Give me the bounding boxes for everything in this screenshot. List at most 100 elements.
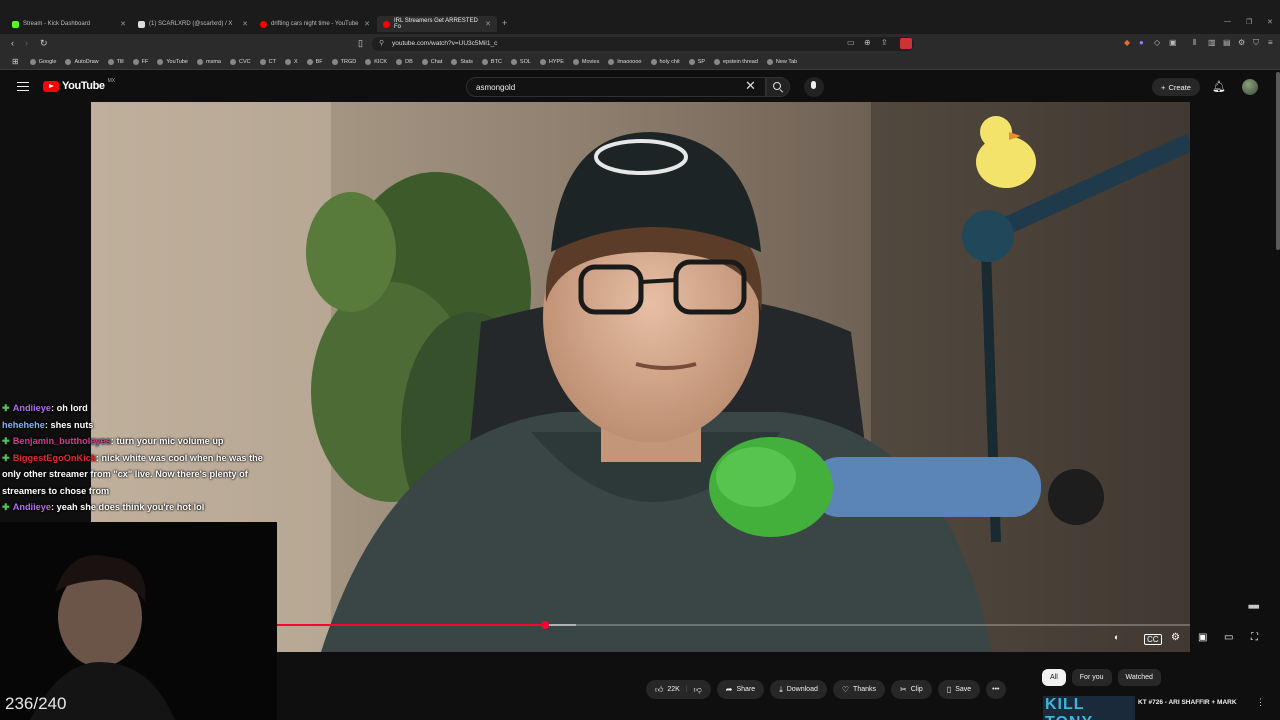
search-button[interactable]	[766, 77, 790, 97]
save-button[interactable]: ▯ Save	[937, 680, 981, 699]
notifications-icon[interactable]: 🔔︎	[1212, 80, 1226, 93]
voice-search-button[interactable]	[804, 77, 824, 97]
extension-icon[interactable]: ◇	[1154, 38, 1160, 47]
back-icon[interactable]: ‹	[11, 38, 14, 48]
bookmark-item[interactable]: HYPE	[539, 58, 564, 65]
page-scrollbar[interactable]	[1276, 72, 1280, 250]
clear-search-icon[interactable]: ✕	[745, 78, 756, 94]
forward-icon[interactable]: ›	[25, 38, 28, 48]
youtube-logo[interactable]: YouTube MX	[43, 78, 115, 92]
browser-tab-active[interactable]: IRL Streamers Get ARRESTED Fo ✕	[377, 16, 497, 32]
extension-icon[interactable]: ◆	[1124, 38, 1130, 47]
thumbs-down-icon[interactable]: 👎︎	[694, 685, 702, 695]
autoplay-toggle-icon[interactable]: ◐	[1114, 632, 1119, 642]
bookmark-item[interactable]: X	[284, 58, 298, 65]
avatar[interactable]	[1242, 79, 1258, 95]
video-title[interactable]: KT #726 - ARI SHAFFIR + MARK	[1138, 699, 1237, 706]
site-info-icon[interactable]: ⚲	[379, 39, 384, 47]
recommended-video[interactable]: KILL TONY KT #726 - ARI SHAFFIR + MARK ⋮	[1042, 696, 1280, 720]
menu-icon[interactable]	[17, 82, 29, 91]
bookmark-page-icon[interactable]: ▯	[358, 38, 363, 49]
bookmark-item[interactable]: Google	[29, 58, 57, 65]
bookmark-item[interactable]: BF	[306, 58, 323, 65]
thanks-button[interactable]: ♡ Thanks	[832, 680, 886, 699]
bookmark-item[interactable]: Tlll	[107, 58, 124, 65]
bookmark-item[interactable]: BTC	[481, 58, 502, 65]
chip-for-you[interactable]: For you	[1071, 669, 1112, 686]
more-actions-button[interactable]: •••	[986, 680, 1006, 699]
bookmark-item[interactable]: epstein thread	[714, 58, 758, 65]
close-tab-icon[interactable]: ✕	[485, 20, 491, 28]
chip-watched[interactable]: Watched	[1117, 669, 1161, 686]
progress-bar[interactable]	[277, 621, 1190, 629]
bookmark-item[interactable]: New Tab	[766, 58, 797, 65]
video-thumbnail[interactable]: KILL TONY	[1043, 696, 1135, 720]
bookmark-item[interactable]: holy chit	[650, 58, 680, 65]
share-page-icon[interactable]: ⇪	[881, 38, 888, 47]
close-tab-icon[interactable]: ✕	[120, 20, 126, 28]
sidebar-icon[interactable]: ▥	[1208, 38, 1216, 47]
share-button[interactable]: ➦ Share	[716, 680, 765, 699]
bookmark-item[interactable]: msma	[197, 58, 221, 65]
bookmark-item[interactable]: CVC	[229, 58, 251, 65]
bookmark-favicon-icon	[365, 58, 372, 65]
bookmark-favicon-icon	[714, 58, 721, 65]
settings-gear-icon[interactable]: ⚙	[1171, 632, 1180, 643]
browser-tab[interactable]: drifting cars night time - YouTube ✕	[254, 16, 376, 32]
bookmark-item[interactable]: DB	[396, 58, 413, 65]
bookmark-item[interactable]: YouTube	[157, 58, 188, 65]
reload-icon[interactable]: ↻	[40, 38, 48, 49]
bookmark-item[interactable]: SOL	[510, 58, 531, 65]
screenshot-icon[interactable]: ▭	[847, 38, 855, 47]
clip-label: Clip	[910, 686, 923, 693]
new-tab-icon[interactable]: +	[502, 18, 507, 28]
bookmark-item[interactable]: FF	[132, 58, 148, 65]
browser-tab[interactable]: Stream - Kick Dashboard ✕	[6, 16, 132, 32]
address-bar[interactable]: ⚲ youtube.com/watch?v=UU3c5Mil1_c	[372, 37, 914, 51]
bookmark-label: Google	[38, 58, 57, 65]
shield-icon[interactable]: ⛉	[1253, 38, 1259, 48]
close-window-icon[interactable]: ✕	[1267, 18, 1273, 26]
fullscreen-icon[interactable]: ⛶	[1251, 632, 1258, 643]
bookmark-item[interactable]: Movies	[572, 58, 599, 65]
theater-mode-icon[interactable]: ▭	[1224, 632, 1233, 643]
captions-icon[interactable]: CC	[1144, 634, 1162, 645]
bookmark-item[interactable]: CT	[259, 58, 276, 65]
more-vertical-icon[interactable]: ⋮	[1256, 697, 1265, 708]
library-icon[interactable]: ⫴	[1193, 38, 1196, 48]
browser-tab[interactable]: (1) SCARLXRD (@scarlxrd) / X ✕	[132, 16, 254, 32]
zoom-icon[interactable]: ⊕	[864, 38, 871, 47]
bookmark-item[interactable]: AutoDraw	[65, 58, 99, 65]
chat-text: : oh lord	[51, 403, 88, 413]
extension-icon[interactable]: ●	[1139, 38, 1144, 47]
close-tab-icon[interactable]: ✕	[364, 20, 370, 28]
youtube-favicon-icon	[383, 20, 390, 28]
apps-grid-icon[interactable]: ⊞	[12, 57, 19, 66]
bookmark-item[interactable]: SP	[688, 58, 705, 65]
clip-button[interactable]: ✂ Clip	[891, 680, 932, 699]
browser-menu-icon[interactable]: ≡	[1268, 38, 1273, 47]
bookmark-item[interactable]: KICK	[365, 58, 387, 65]
chat-username: Andiieye	[12, 403, 51, 413]
kick-favicon-icon	[12, 20, 19, 28]
bookmark-item[interactable]: lmaooooo	[608, 58, 642, 65]
create-button[interactable]: + Create	[1152, 78, 1200, 96]
bookmark-item[interactable]: Chat	[421, 58, 442, 65]
bookmark-item[interactable]: TRGD	[331, 58, 356, 65]
settings-icon[interactable]: ⚙	[1238, 38, 1245, 47]
brave-shield-icon[interactable]	[900, 38, 912, 49]
share-label: Share	[736, 686, 756, 693]
miniplayer-icon[interactable]: ▣	[1198, 632, 1207, 643]
tab-search-icon[interactable]: ▤	[1223, 38, 1231, 47]
search-input[interactable]: asmongold	[466, 77, 766, 97]
close-tab-icon[interactable]: ✕	[242, 20, 248, 28]
chat-text: : turn your mic volume up	[110, 436, 224, 446]
like-button[interactable]: 👍︎ 22K | 👎︎	[646, 680, 711, 699]
bookmark-item[interactable]: Stats	[451, 58, 473, 65]
minimize-icon[interactable]: —	[1224, 18, 1231, 25]
chip-all[interactable]: All	[1042, 669, 1066, 686]
download-button[interactable]: ⤓ Download	[770, 680, 827, 699]
extension-icon[interactable]: ▣	[1169, 38, 1177, 47]
maximize-icon[interactable]: ❐	[1246, 18, 1252, 26]
bookmark-label: msma	[206, 58, 221, 65]
